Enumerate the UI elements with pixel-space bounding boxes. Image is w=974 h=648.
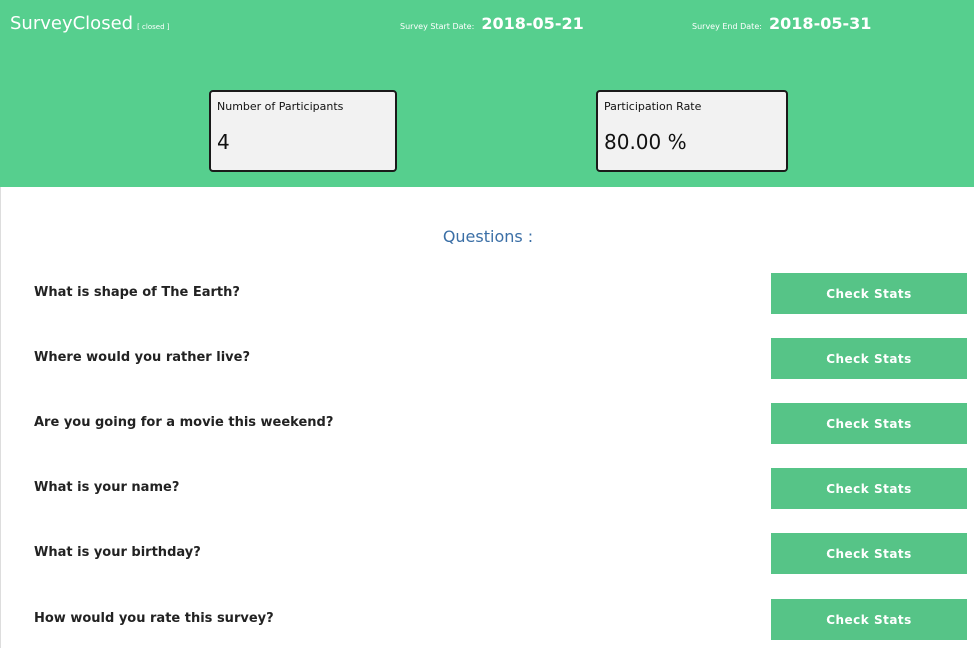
question-row: Where would you rather live? Check Stats [1,338,974,379]
participation-rate-card: Participation Rate 80.00 % [596,90,788,172]
survey-header: SurveyClosed[ closed ] Survey Start Date… [0,0,974,187]
participants-value: 4 [217,130,230,154]
participants-label: Number of Participants [217,100,344,113]
question-text: What is shape of The Earth? [34,285,240,300]
check-stats-button[interactable]: Check Stats [771,403,967,444]
question-text: What is your name? [34,480,180,495]
participants-card: Number of Participants 4 [209,90,397,172]
question-text: Where would you rather live? [34,350,250,365]
question-text: How would you rate this survey? [34,611,274,626]
question-row: What is your birthday? Check Stats [1,533,974,574]
question-row: What is your name? Check Stats [1,468,974,509]
survey-status-badge: [ closed ] [137,23,170,31]
question-row: What is shape of The Earth? Check Stats [1,273,974,314]
end-date-value: 2018-05-31 [769,14,872,33]
end-date-label: Survey End Date: [692,22,762,31]
questions-heading: Questions : [442,227,534,246]
start-date-value: 2018-05-21 [481,14,584,33]
question-row: Are you going for a movie this weekend? … [1,403,974,444]
survey-name: SurveyClosed [10,13,134,34]
question-row: How would you rate this survey? Check St… [1,599,974,640]
check-stats-button[interactable]: Check Stats [771,533,967,574]
question-text: What is your birthday? [34,545,201,560]
check-stats-button[interactable]: Check Stats [771,599,967,640]
survey-page: SurveyClosed[ closed ] Survey Start Date… [0,0,974,648]
participation-rate-label: Participation Rate [604,100,702,113]
question-text: Are you going for a movie this weekend? [34,415,334,430]
questions-section: Questions : What is shape of The Earth? … [0,187,974,648]
check-stats-button[interactable]: Check Stats [771,468,967,509]
participation-rate-value: 80.00 % [604,130,687,154]
start-date-label: Survey Start Date: [400,22,475,31]
survey-end-date: Survey End Date: 2018-05-31 [692,14,871,33]
check-stats-button[interactable]: Check Stats [771,338,967,379]
survey-title: SurveyClosed[ closed ] [10,13,169,34]
survey-start-date: Survey Start Date: 2018-05-21 [400,14,584,33]
check-stats-button[interactable]: Check Stats [771,273,967,314]
